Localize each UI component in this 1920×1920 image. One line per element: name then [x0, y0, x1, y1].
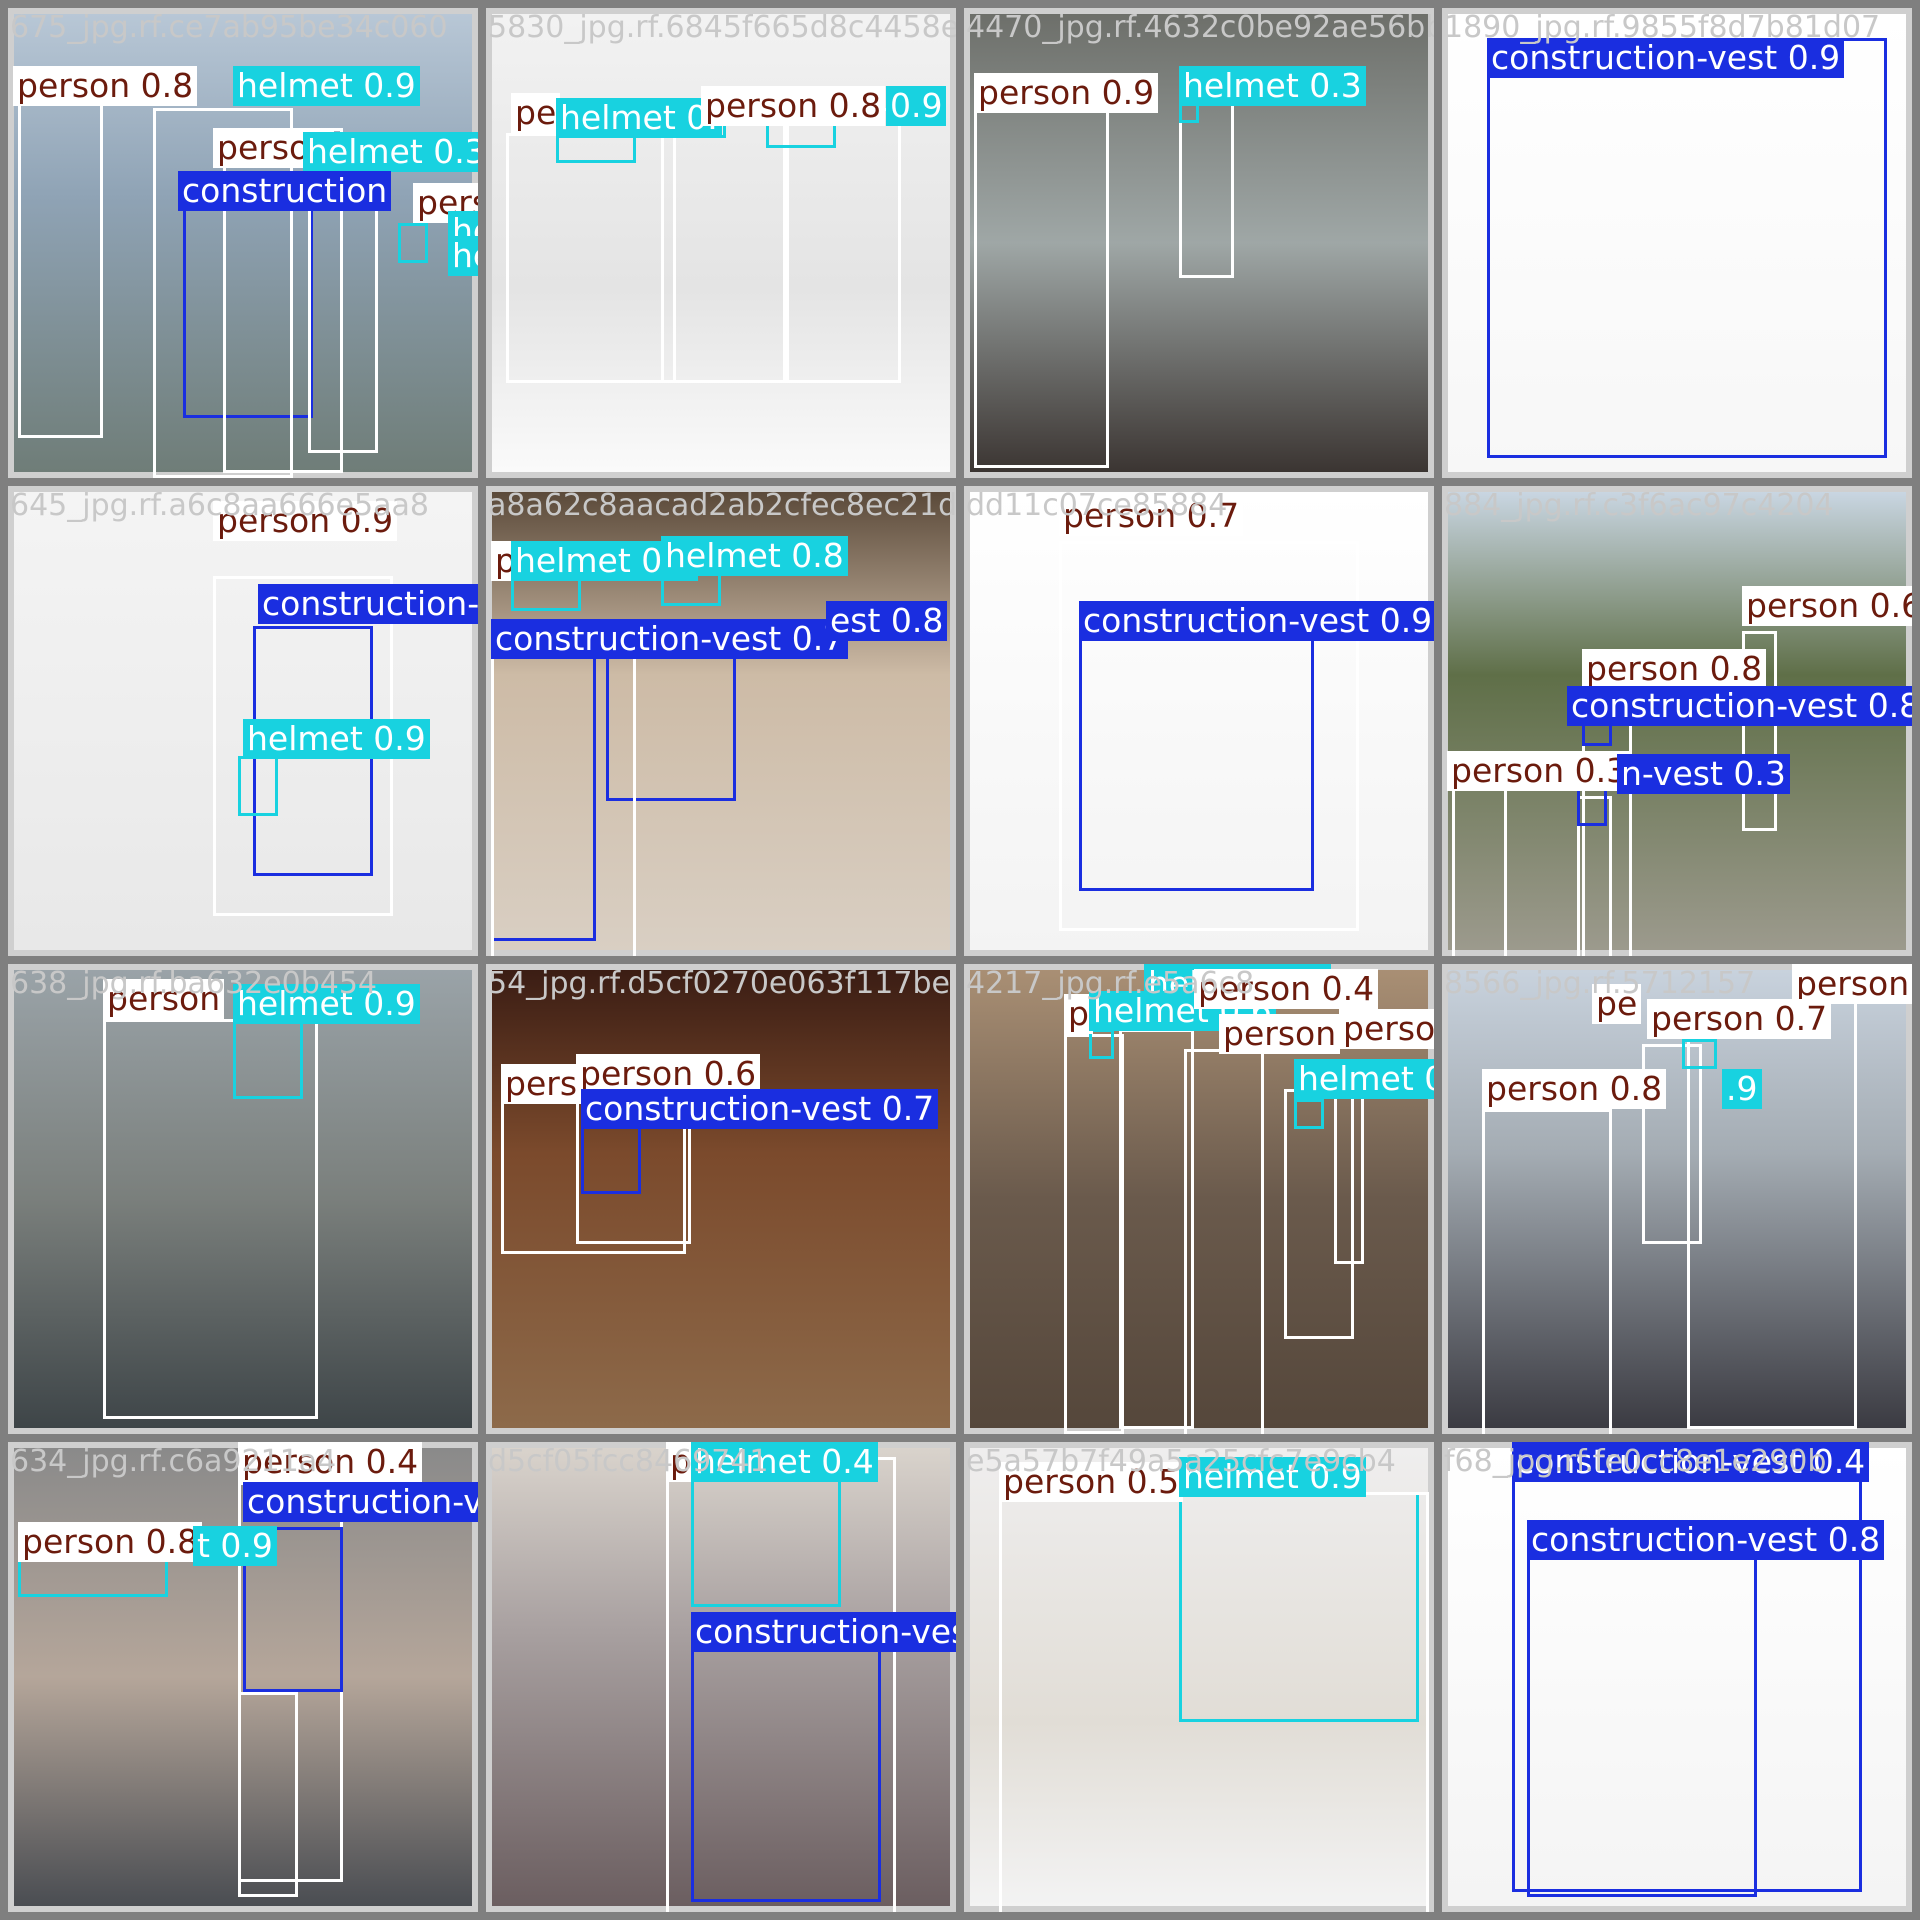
image-tile: 675_jpg.rf.ce7ab95be34c060person 0.8 helm…: [8, 8, 478, 478]
detection-label: 0.9: [886, 86, 947, 126]
detection-label: person: [1219, 1014, 1341, 1054]
vest-detection-box: [1527, 1547, 1757, 1897]
person-detection-box: [1184, 1049, 1264, 1434]
image-tile: e5a57b7f49a5a25cfc7e9cb4 person 0.5 helmet…: [964, 1442, 1434, 1912]
person-detection-box: [1482, 1109, 1612, 1434]
person-detection-box: [661, 108, 786, 383]
person-detection-box: [506, 133, 676, 383]
detection-label: helmet 0.9: [233, 66, 420, 106]
detection-label: t 0.9: [193, 1526, 277, 1566]
image-tile: 4217_jpg.rf.e5a6c8helmet 0.4phelmet 0.6p…: [964, 964, 1434, 1434]
person-detection-box: [999, 1492, 1429, 1912]
detection-label: person 0.8: [18, 1522, 203, 1562]
tile-filename: a8a62c8aacad2ab2cfec8ec21d6: [488, 488, 956, 523]
helmet-detection-box: [1682, 1039, 1717, 1069]
image-tile: f68_jpg.rf.fe0cc8e1e290b construction-ves…: [1442, 1442, 1912, 1912]
image-tile: 1890_jpg.rf.9855f8d7b81d07 construction-v…: [1442, 8, 1912, 478]
tile-filename: 8566_jpg.rf.5712157: [1444, 966, 1756, 1001]
detection-label: construction-vest 0.8: [1527, 1520, 1885, 1560]
tile-filename: 4217_jpg.rf.e5a6c8: [966, 966, 1255, 1001]
detection-label: person 0.8: [1582, 649, 1767, 689]
tile-filename: 4470_jpg.rf.4632c0be92ae56bb: [966, 10, 1434, 45]
person-detection-box: [666, 1457, 896, 1912]
detection-label: person 0.8: [13, 66, 198, 106]
tile-filename: 634_jpg.rf.c6a9211a4: [10, 1444, 337, 1479]
image-tile: 54_jpg.rf.d5cf0270e063f117bepers person 0…: [486, 964, 956, 1434]
detection-label: person 0.6: [576, 1054, 761, 1094]
person-detection-box: [1059, 541, 1359, 931]
detection-label: construction: [178, 171, 392, 211]
detection-label: est 0.8: [826, 601, 948, 641]
image-tile: 884_jpg.rf.c3f6ac97c4204person 0.6 person…: [1442, 486, 1912, 956]
tile-filename: 638_jpg.rf.ba632e0b454: [10, 966, 378, 1001]
image-tile: 645_jpg.rf.a6c8aa666e5aa8 person 0.9 const…: [8, 486, 478, 956]
detection-label: construction-vest 0.7: [491, 619, 849, 659]
image-tile: 634_jpg.rf.c6a9211a4 person 0.4 constructi…: [8, 1442, 478, 1912]
detection-label: helmet 0.7: [1294, 1059, 1434, 1099]
detection-label: pers: [501, 1064, 582, 1104]
detection-label: construction-vest 0.7: [581, 1089, 939, 1129]
detection-label: helmet 0.9: [243, 719, 430, 759]
person-detection-box: [786, 108, 901, 383]
image-tile: 8566_jpg.rf.5712157peperson 0.8person 0.…: [1442, 964, 1912, 1434]
tile-filename: 5830_jpg.rf.6845f665d8c4458e3f: [488, 10, 956, 45]
detection-label: person 0.7: [1647, 999, 1832, 1039]
person-detection-box: [1179, 98, 1234, 278]
detection-label: helmet 0.3: [303, 132, 478, 172]
detection-label: person 0.8: [1792, 964, 1912, 1004]
tile-filename: 1890_jpg.rf.9855f8d7b81d07: [1444, 10, 1881, 45]
detection-label: helmet 0.: [556, 98, 722, 138]
tile-filename: e5a57b7f49a5a25cfc7e9cb4: [966, 1444, 1396, 1479]
image-tile: d5cf05fcc8469741 p helmet 0.4 construction-…: [486, 1442, 956, 1912]
helmet-detection-box: [398, 223, 428, 263]
person-detection-box: [1119, 1029, 1194, 1429]
detection-label: person 0.8: [1482, 1069, 1667, 1109]
vest-detection-box: [1487, 38, 1887, 458]
person-detection-box: [1452, 786, 1507, 956]
detection-label: helmet 0.3: [1179, 66, 1366, 106]
image-tile: dd11c07ce85884 person 0.7 construction-ves…: [964, 486, 1434, 956]
detection-label: person 0.8: [701, 86, 886, 126]
tile-filename: dd11c07ce85884: [966, 488, 1228, 523]
detection-label: construction-vest 0.9: [1079, 601, 1434, 641]
image-tile: 4470_jpg.rf.4632c0be92ae56bbperson 0.9 he…: [964, 8, 1434, 478]
detection-label: .9: [1722, 1069, 1762, 1109]
tile-filename: 884_jpg.rf.c3f6ac97c4204: [1444, 488, 1834, 523]
vest-detection-box: [581, 1124, 641, 1194]
detection-label: construction-vest 0.9: [691, 1612, 956, 1652]
detection-label: person 0.9: [974, 73, 1159, 113]
person-detection-box: [238, 1692, 298, 1897]
tile-filename: d5cf05fcc8469741: [488, 1444, 769, 1479]
person-detection-box: [491, 646, 636, 956]
image-tile: 638_jpg.rf.ba632e0b454 person helmet 0.9: [8, 964, 478, 1434]
person-detection-box: [1064, 1034, 1124, 1434]
detection-label: n-vest 0.3: [1617, 754, 1790, 794]
person-detection-box: [18, 93, 103, 438]
tile-filename: 675_jpg.rf.ce7ab95be34c060: [10, 10, 448, 45]
detection-label: person 0.3: [1339, 1009, 1434, 1049]
vest-detection-box: [1577, 786, 1607, 826]
detection-label: construction-vest 0.8: [1567, 686, 1912, 726]
detection-label: pe: [511, 93, 561, 133]
image-tile: a8a62c8aacad2ab2cfec8ec21d6 p helmet 0.8 he…: [486, 486, 956, 956]
detection-label: helmet 0.8: [661, 536, 848, 576]
helmet-detection-box: [233, 1019, 303, 1099]
detection-label: helmet 0.5: [448, 236, 478, 276]
detection-label: person 0.6: [1742, 586, 1912, 626]
detection-label: construction-vest 0.6: [243, 1482, 478, 1522]
person-detection-box: [974, 88, 1109, 468]
tile-filename: 645_jpg.rf.a6c8aa666e5aa8: [10, 488, 429, 523]
helmet-detection-box: [238, 756, 278, 816]
helmet-detection-box: [1294, 1099, 1324, 1129]
detection-label: construction-vest 0.8: [258, 584, 478, 624]
person-detection-box: [1334, 1084, 1364, 1264]
image-tile: 5830_jpg.rf.6845f665d8c4458e3fpe helmet 0…: [486, 8, 956, 478]
detection-label: person 0.3: [1447, 751, 1632, 791]
tile-filename: f68_jpg.rf.fe0cc8e1e290b: [1444, 1444, 1827, 1479]
person-detection-box: [308, 183, 378, 453]
tile-filename: 54_jpg.rf.d5cf0270e063f117be: [488, 966, 950, 1001]
